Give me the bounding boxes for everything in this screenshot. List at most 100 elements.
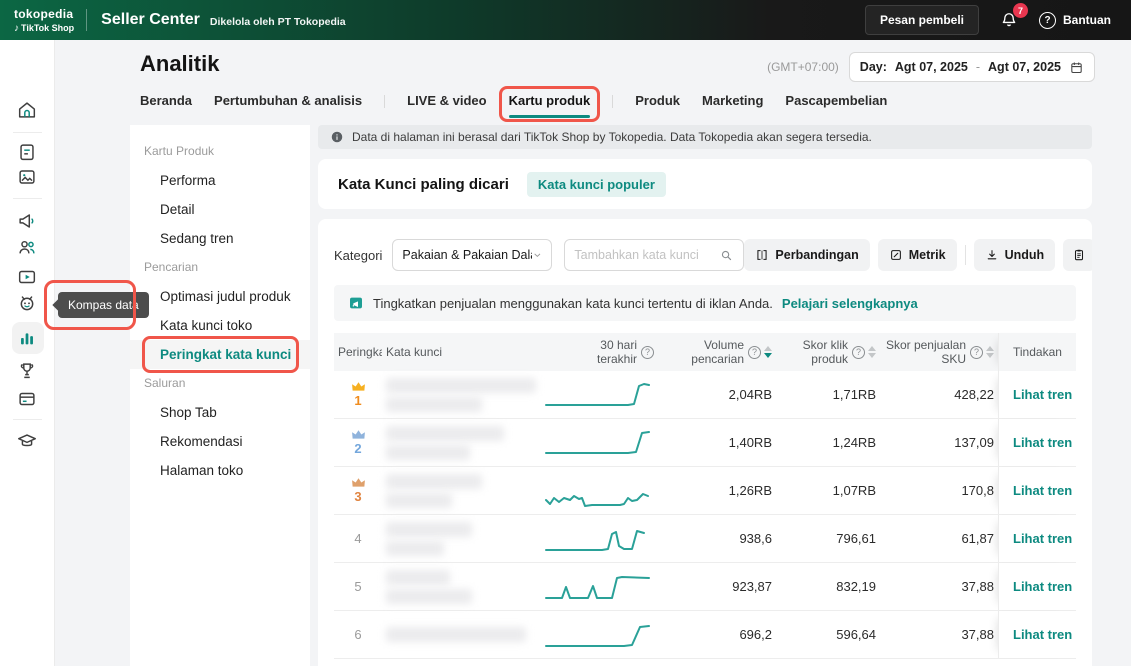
redacted-keyword-block xyxy=(386,541,444,556)
product-click-score-value: 596,64 xyxy=(776,627,880,642)
category-value: Pakaian & Pakaian Dala... xyxy=(402,248,531,262)
action-cell: Lihat tren xyxy=(998,611,1076,658)
col-tindakan: Tindakan xyxy=(998,333,1076,371)
col-skor-penjualan-sku: Skor penjualan SKU ? xyxy=(880,338,998,366)
search-volume-value: 1,26RB xyxy=(658,483,776,498)
rank-cell: 6 xyxy=(334,627,382,642)
redacted-keyword-block xyxy=(386,589,472,604)
product-click-score-value: 832,19 xyxy=(776,579,880,594)
edit-metric-icon xyxy=(889,248,903,262)
search-icon[interactable] xyxy=(719,248,734,263)
products-icon[interactable] xyxy=(16,166,38,188)
col-kata-kunci: Kata kunci xyxy=(382,345,540,359)
popular-keywords-badge[interactable]: Kata kunci populer xyxy=(527,172,666,197)
action-cell: Lihat tren xyxy=(998,563,1076,610)
keyword-cell-redacted xyxy=(382,426,540,460)
tokopedia-logo: tokopedia xyxy=(14,7,74,21)
sort-control[interactable] xyxy=(764,346,772,358)
data-compass-icon[interactable] xyxy=(16,327,38,349)
crown-icon xyxy=(351,429,366,440)
subnav-item-performa[interactable]: Performa xyxy=(130,166,310,195)
metric-button[interactable]: Metrik xyxy=(878,239,957,271)
view-trend-link[interactable]: Lihat tren xyxy=(1013,387,1072,402)
sort-control[interactable] xyxy=(868,346,876,358)
redacted-keyword-block xyxy=(386,445,470,460)
growth-icon[interactable] xyxy=(16,360,38,382)
trend-sparkline xyxy=(540,618,658,652)
tab-kartu-produk[interactable]: Kartu produk xyxy=(509,93,591,110)
help-button[interactable]: ? Bantuan xyxy=(1039,12,1111,29)
help-icon[interactable]: ? xyxy=(970,346,983,359)
buyer-messages-button[interactable]: Pesan pembeli xyxy=(865,5,979,35)
compare-button[interactable]: Perbandingan xyxy=(744,239,869,271)
help-icon[interactable]: ? xyxy=(748,346,761,359)
notifications-button[interactable]: 7 xyxy=(999,10,1019,30)
tab-beranda[interactable]: Beranda xyxy=(140,93,192,110)
tab-marketing[interactable]: Marketing xyxy=(702,93,763,110)
keyword-cell-redacted xyxy=(382,627,540,642)
subnav-item-rekomendasi[interactable]: Rekomendasi xyxy=(130,427,310,456)
sort-control[interactable] xyxy=(986,346,994,358)
table-row: 2 1,40RB 1,24RB 137,09 Lihat tren xyxy=(334,419,1076,467)
search-volume-value: 2,04RB xyxy=(658,387,776,402)
report-list-button[interactable] xyxy=(1063,239,1092,271)
view-trend-link[interactable]: Lihat tren xyxy=(1013,579,1072,594)
view-trend-link[interactable]: Lihat tren xyxy=(1013,627,1072,642)
col-volume-pencarian: Volume pencarian ? xyxy=(658,338,776,366)
subnav-item-kata-kunci-toko[interactable]: Kata kunci toko xyxy=(130,311,310,340)
tab-live-video[interactable]: LIVE & video xyxy=(407,93,486,110)
view-trend-link[interactable]: Lihat tren xyxy=(1013,531,1072,546)
assistant-icon[interactable] xyxy=(16,292,38,314)
help-icon[interactable]: ? xyxy=(641,346,654,359)
view-trend-link[interactable]: Lihat tren xyxy=(1013,483,1072,498)
timezone-label: (GMT+07:00) xyxy=(767,60,839,74)
subnav-item-sedang-tren[interactable]: Sedang tren xyxy=(130,224,310,253)
home-icon[interactable] xyxy=(16,99,38,121)
tiktok-shop-logo: ♪ TikTok Shop xyxy=(14,23,74,34)
help-icon[interactable]: ? xyxy=(852,346,865,359)
tab-pascapembelian[interactable]: Pascapembelian xyxy=(785,93,887,110)
tooltip-kompas-data: Kompas data xyxy=(58,292,149,318)
marketing-icon[interactable] xyxy=(16,210,38,232)
table-body: 1 2,04RB 1,71RB 428,22 Lihat tren 2 1,40… xyxy=(334,371,1076,659)
col-peringkat: Peringkat xyxy=(334,345,382,359)
view-trend-link[interactable]: Lihat tren xyxy=(1013,435,1072,450)
affiliate-icon[interactable] xyxy=(16,236,38,258)
table-row: 3 1,26RB 1,07RB 170,8 Lihat tren xyxy=(334,467,1076,515)
learn-more-link[interactable]: Pelajari selengkapnya xyxy=(782,296,918,311)
table-row: 4 938,6 796,61 61,87 Lihat tren xyxy=(334,515,1076,563)
rank-number: 5 xyxy=(354,579,361,594)
actions-divider xyxy=(965,245,966,265)
orders-icon[interactable] xyxy=(16,141,38,163)
logo-divider xyxy=(86,9,87,31)
subnav-item-peringkat-kata-kunci[interactable]: Peringkat kata kunci xyxy=(130,340,310,369)
top-bar: tokopedia ♪ TikTok Shop Seller Center Di… xyxy=(0,0,1131,40)
keyword-search-input[interactable] xyxy=(574,248,719,262)
keyword-cell-redacted xyxy=(382,570,540,604)
redacted-keyword-block xyxy=(386,522,472,537)
academy-icon[interactable] xyxy=(16,430,38,452)
tab-divider xyxy=(612,95,613,108)
rank-cell: 2 xyxy=(334,429,382,456)
subnav-item-shop-tab[interactable]: Shop Tab xyxy=(130,398,310,427)
col-30-hari: 30 hari terakhir ? xyxy=(540,338,658,366)
keyword-cell-redacted xyxy=(382,378,540,412)
sub-sidebar: Kartu Produk Performa Detail Sedang tren… xyxy=(130,125,310,666)
ads-promo-text: Tingkatkan penjualan menggunakan kata ku… xyxy=(373,296,773,311)
action-cell: Lihat tren xyxy=(998,371,1076,418)
finance-icon[interactable] xyxy=(16,388,38,410)
tab-pertumbuhan-analisis[interactable]: Pertumbuhan & analisis xyxy=(214,93,362,110)
product-click-score-value: 796,61 xyxy=(776,531,880,546)
managed-by-label: Dikelola oleh PT Tokopedia xyxy=(210,13,346,28)
category-select[interactable]: Pakaian & Pakaian Dala... xyxy=(392,239,552,271)
download-button[interactable]: Unduh xyxy=(974,239,1056,271)
video-icon[interactable] xyxy=(16,266,38,288)
subnav-item-optimasi-judul-produk[interactable]: Optimasi judul produk xyxy=(130,282,310,311)
subnav-item-detail[interactable]: Detail xyxy=(130,195,310,224)
ads-promo-banner: Tingkatkan penjualan menggunakan kata ku… xyxy=(334,285,1076,321)
subnav-item-halaman-toko[interactable]: Halaman toko xyxy=(130,456,310,485)
date-range-picker[interactable]: Day: Agt 07, 2025 - Agt 07, 2025 xyxy=(849,52,1095,82)
brand-logos[interactable]: tokopedia ♪ TikTok Shop xyxy=(0,7,86,34)
table-row: 5 923,87 832,19 37,88 Lihat tren xyxy=(334,563,1076,611)
tab-produk[interactable]: Produk xyxy=(635,93,680,110)
